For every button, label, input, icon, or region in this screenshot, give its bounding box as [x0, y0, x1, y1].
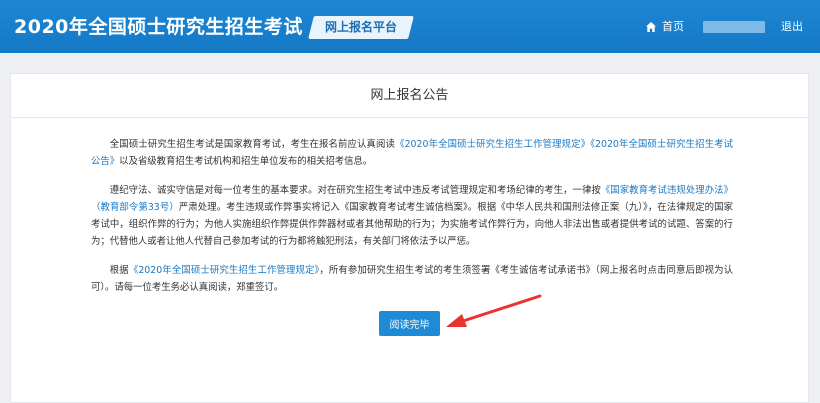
- user-name-masked: [703, 21, 765, 33]
- announcement-paragraph-1: 全国硕士研究生招生考试是国家教育考试，考生在报名前应认真阅读《2020年全国硕士…: [91, 136, 733, 170]
- announcement-title: 网上报名公告: [11, 74, 808, 118]
- top-header-bar: 2020年全国硕士研究生招生考试 网上报名平台 首页 退出: [0, 0, 820, 53]
- home-link[interactable]: 首页: [645, 19, 684, 35]
- paragraph-text: 全国硕士研究生招生考试是国家教育考试，考生在报名前应认真阅读: [109, 139, 396, 150]
- read-done-button[interactable]: 阅读完毕: [379, 311, 440, 336]
- logout-link[interactable]: 退出: [781, 19, 803, 35]
- paragraph-text: 严肃处理。考生违规或作弊事实将记入《国家教育考试考生诚信档案》。根据《中华人民共…: [91, 202, 733, 247]
- platform-label: 网上报名平台: [308, 16, 414, 39]
- home-icon: [646, 22, 656, 32]
- announcement-paragraph-2: 遵纪守法、诚实守信是对每一位考生的基本要求。对在研究生招生考试中违反考试管理规定…: [91, 182, 733, 250]
- home-link-label: 首页: [662, 20, 684, 33]
- announcement-panel: 网上报名公告 全国硕士研究生招生考试是国家教育考试，考生在报名前应认真阅读《20…: [10, 73, 809, 403]
- site-title: 2020年全国硕士研究生招生考试: [14, 16, 303, 38]
- platform-label-text: 网上报名平台: [324, 20, 397, 34]
- paragraph-text: 遵纪守法、诚实守信是对每一位考生的基本要求。对在研究生招生考试中违反考试管理规定…: [109, 185, 601, 196]
- paragraph-text: 根据: [109, 265, 129, 276]
- link-admission-regulations-2[interactable]: 《2020年全国硕士研究生招生工作管理规定》: [129, 265, 320, 276]
- announcement-paragraph-3: 根据《2020年全国硕士研究生招生工作管理规定》，所有参加研究生招生考试的考生须…: [91, 262, 733, 296]
- announcement-body: 全国硕士研究生招生考试是国家教育考试，考生在报名前应认真阅读《2020年全国硕士…: [91, 136, 733, 308]
- link-admission-regulations[interactable]: 《2020年全国硕士研究生招生工作管理规定》: [395, 139, 590, 150]
- paragraph-text: 以及省级教育招生考试机构和招生单位发布的相关招考信息。: [119, 156, 373, 167]
